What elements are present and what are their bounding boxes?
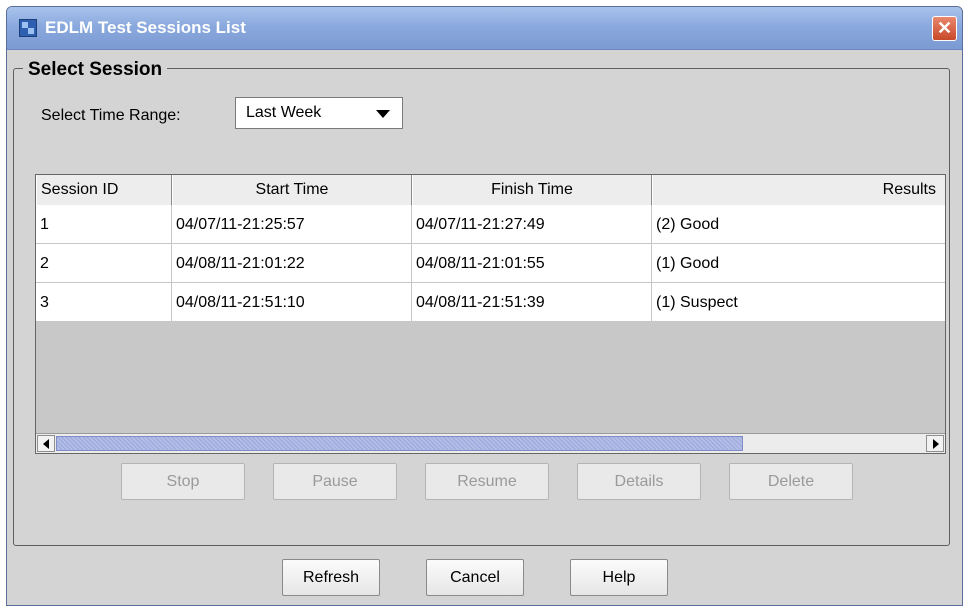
column-header-start-time[interactable]: Start Time [172, 175, 412, 205]
cell-finish-time: 04/07/11-21:27:49 [412, 205, 652, 244]
cell-results: (2) Good [656, 216, 720, 233]
refresh-button[interactable]: Refresh [282, 559, 380, 596]
pause-button[interactable]: Pause [273, 463, 397, 500]
horizontal-scrollbar[interactable] [36, 433, 945, 453]
dialog-window: EDLM Test Sessions List ✕ Select Session… [6, 6, 963, 606]
cell-start-time: 04/08/11-21:51:10 [172, 283, 412, 322]
cell-start-time: 04/08/11-21:01:22 [172, 244, 412, 283]
chevron-down-icon [376, 110, 390, 118]
group-legend: Select Session [23, 59, 168, 81]
table-header: Session ID Start Time Finish Time Result… [36, 175, 945, 206]
column-header-finish-time[interactable]: Finish Time [412, 175, 652, 205]
close-button[interactable]: ✕ [932, 16, 957, 41]
arrow-left-icon [43, 439, 49, 449]
window-title: EDLM Test Sessions List [45, 18, 246, 37]
title-bar: EDLM Test Sessions List ✕ [7, 7, 962, 50]
cell-session-id: 2 [36, 244, 172, 283]
help-button[interactable]: Help [570, 559, 668, 596]
stop-button[interactable]: Stop [121, 463, 245, 500]
cell-start-time: 04/07/11-21:25:57 [172, 205, 412, 244]
arrow-right-icon [933, 439, 939, 449]
column-header-session-id[interactable]: Session ID [36, 175, 172, 205]
scroll-thumb[interactable] [56, 436, 743, 451]
cell-finish-time: 04/08/11-21:01:55 [412, 244, 652, 283]
close-icon: ✕ [936, 18, 953, 38]
scroll-right-button[interactable] [926, 435, 944, 452]
scroll-left-button[interactable] [37, 435, 55, 452]
table-row[interactable]: 1 04/07/11-21:25:57 04/07/11-21:27:49 (2… [36, 205, 945, 244]
time-range-dropdown[interactable]: Last Week [235, 97, 403, 129]
app-window-icon [19, 19, 37, 37]
table-row[interactable]: 3 04/08/11-21:51:10 04/08/11-21:51:39 (1… [36, 283, 945, 322]
cancel-button[interactable]: Cancel [426, 559, 524, 596]
sessions-table: Session ID Start Time Finish Time Result… [35, 174, 946, 454]
cell-results: (1) Good [656, 255, 720, 272]
cell-session-id: 3 [36, 283, 172, 322]
resume-button[interactable]: Resume [425, 463, 549, 500]
time-range-value: Last Week [246, 104, 322, 121]
column-header-results[interactable]: Results [652, 175, 945, 205]
time-range-label: Select Time Range: [41, 107, 181, 124]
details-button[interactable]: Details [577, 463, 701, 500]
cell-session-id: 1 [36, 205, 172, 244]
cell-results: (1) Suspect [656, 294, 738, 311]
table-row[interactable]: 2 04/08/11-21:01:22 04/08/11-21:01:55 (1… [36, 244, 945, 283]
cell-finish-time: 04/08/11-21:51:39 [412, 283, 652, 322]
delete-button[interactable]: Delete [729, 463, 853, 500]
